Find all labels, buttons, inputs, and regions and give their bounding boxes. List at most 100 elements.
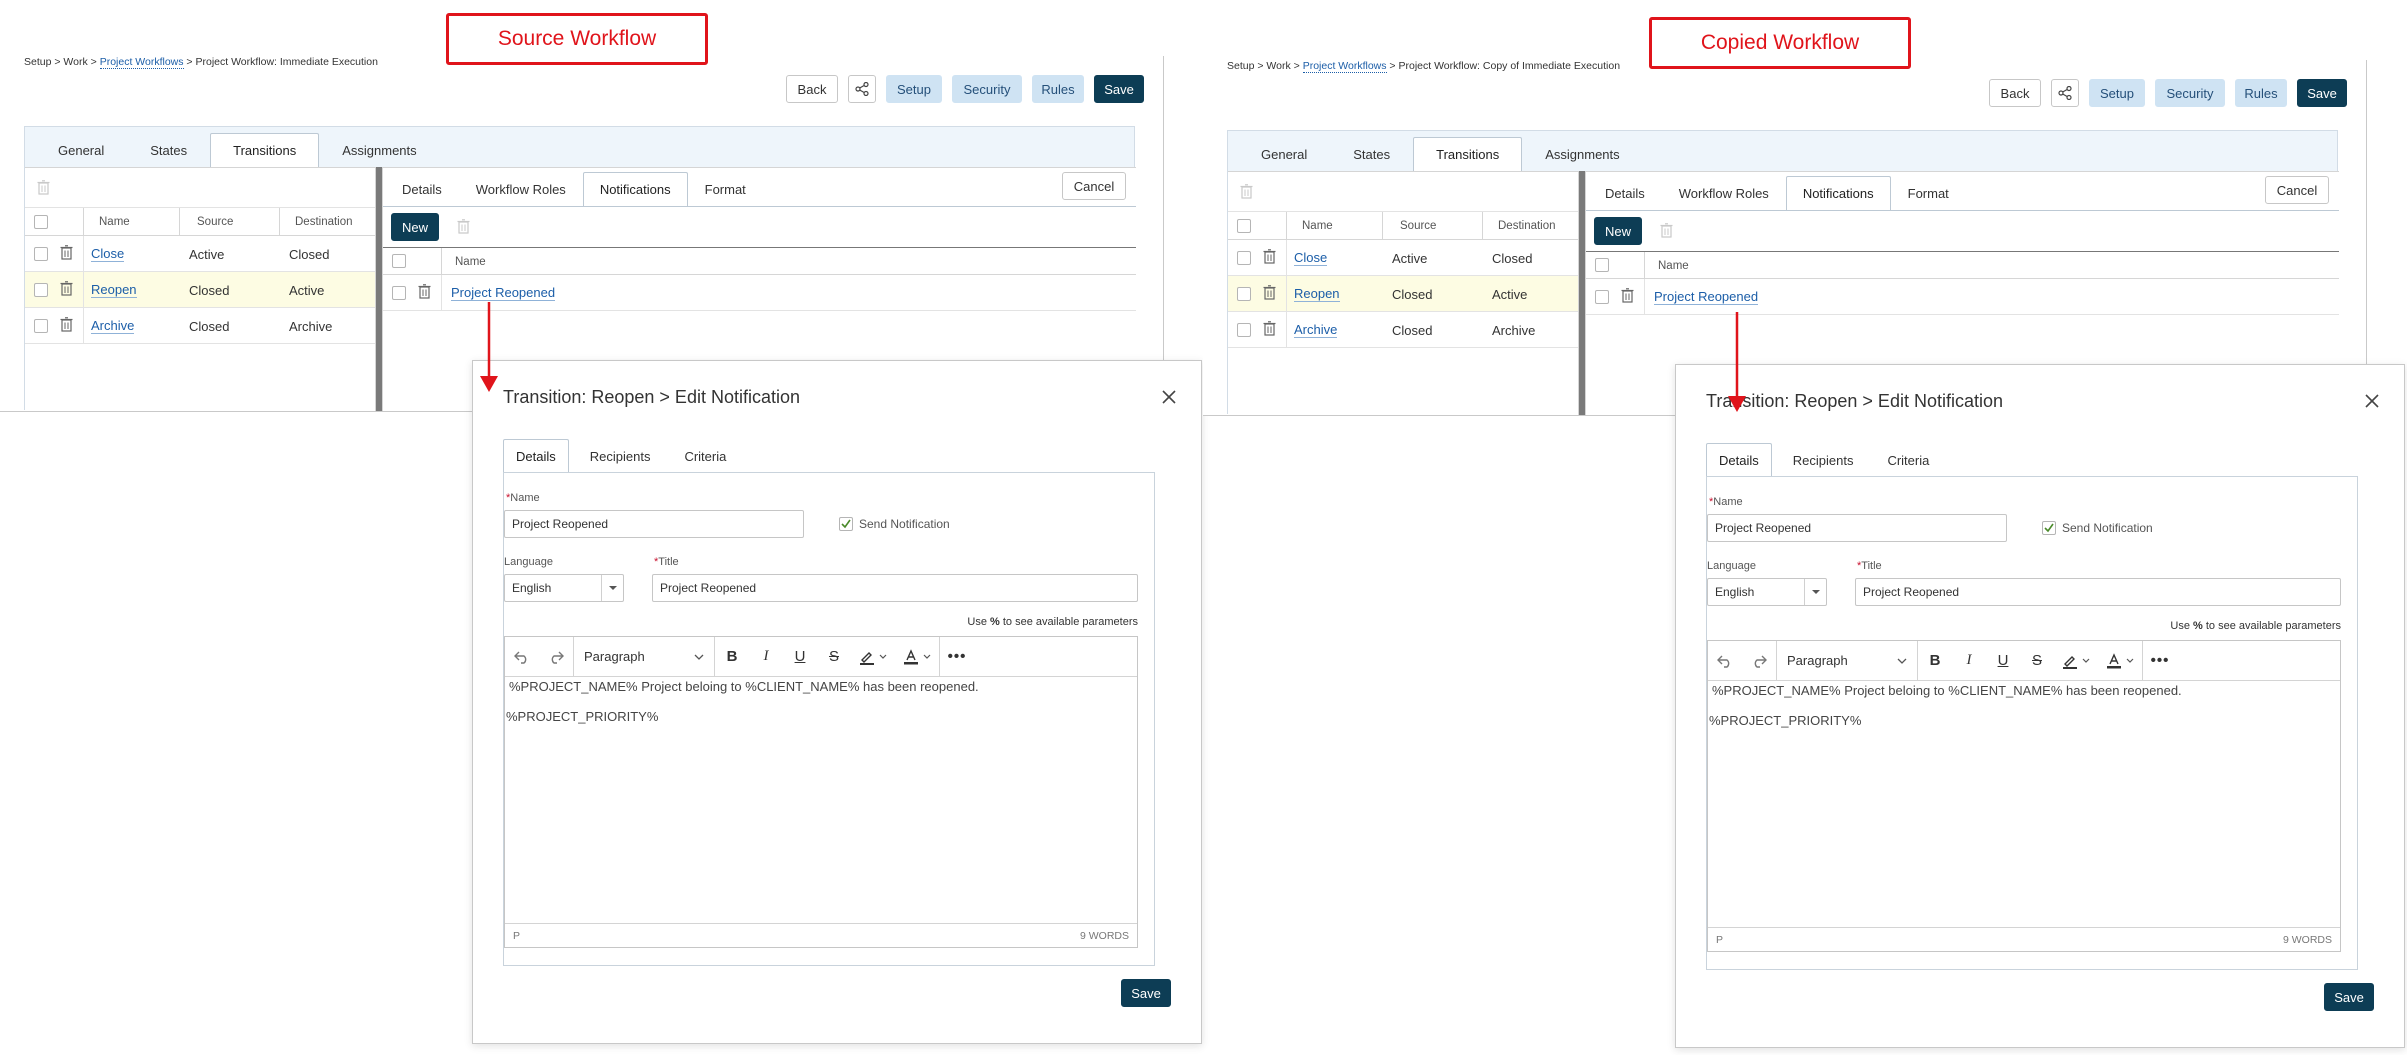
modal-save-button[interactable]: Save (2324, 983, 2374, 1011)
new-button[interactable]: New (391, 213, 439, 241)
bold-button[interactable]: B (715, 637, 749, 677)
highlight-button[interactable] (2054, 641, 2098, 681)
page-save-button[interactable]: Save (1094, 75, 1144, 103)
row-checkbox[interactable] (1237, 322, 1251, 337)
row-delete-button[interactable] (1263, 248, 1276, 267)
more-button[interactable]: ••• (2143, 641, 2177, 681)
send-notification-checkbox[interactable]: Send Notification (2042, 521, 2153, 535)
transition-name-link[interactable]: Close (1294, 250, 1328, 266)
undo-button[interactable] (505, 637, 539, 677)
title-input[interactable]: Project Reopened (1855, 578, 2341, 606)
breadcrumb-link-project-workflows[interactable]: Project Workflows (99, 56, 184, 69)
delete-notification-button[interactable] (457, 219, 470, 237)
bold-button[interactable]: B (1918, 641, 1952, 681)
delete-notification-button[interactable] (1660, 223, 1673, 241)
redo-button[interactable] (539, 637, 573, 677)
tab-notifications[interactable]: Notifications (582, 172, 688, 206)
modal-tab-criteria[interactable]: Criteria (671, 439, 739, 473)
transition-row[interactable]: Reopen Closed Active (25, 272, 375, 308)
title-input[interactable]: Project Reopened (652, 574, 1138, 602)
transition-name-link[interactable]: Reopen (91, 282, 137, 298)
breadcrumb-link-project-workflows[interactable]: Project Workflows (1302, 60, 1387, 73)
select-all-checkbox[interactable] (34, 214, 48, 229)
select-all-checkbox[interactable] (1237, 218, 1251, 233)
security-button[interactable]: Security (2155, 79, 2225, 107)
send-notification-checkbox[interactable]: Send Notification (839, 517, 950, 531)
modal-tab-details[interactable]: Details (1706, 443, 1772, 477)
language-select[interactable]: English (504, 574, 624, 602)
tab-details[interactable]: Details (1588, 176, 1662, 210)
block-format-select[interactable]: Paragraph (1777, 641, 1917, 681)
row-delete-button[interactable] (60, 280, 73, 299)
notification-link[interactable]: Project Reopened (1654, 289, 1759, 305)
column-destination[interactable]: Destination (295, 216, 353, 228)
tab-states[interactable]: States (1330, 137, 1413, 171)
cancel-button[interactable]: Cancel (1062, 172, 1126, 200)
modal-tab-criteria[interactable]: Criteria (1874, 443, 1942, 477)
row-checkbox[interactable] (1595, 289, 1609, 304)
row-checkbox[interactable] (34, 282, 48, 297)
transition-row[interactable]: Reopen Closed Active (1228, 276, 1578, 312)
language-dropdown-toggle[interactable] (601, 575, 623, 601)
underline-button[interactable]: U (783, 637, 817, 677)
row-delete-button[interactable] (60, 316, 73, 335)
row-delete-button[interactable] (1263, 320, 1276, 339)
close-button[interactable] (2364, 393, 2382, 411)
column-source[interactable]: Source (197, 216, 233, 228)
tab-notifications[interactable]: Notifications (1785, 176, 1891, 210)
tab-states[interactable]: States (127, 133, 210, 167)
more-button[interactable]: ••• (940, 637, 974, 677)
tab-details[interactable]: Details (385, 172, 459, 206)
strikethrough-button[interactable]: S (2020, 641, 2054, 681)
close-button[interactable] (1161, 389, 1179, 407)
transition-row[interactable]: Close Active Closed (25, 236, 375, 272)
undo-button[interactable] (1708, 641, 1742, 681)
new-button[interactable]: New (1594, 217, 1642, 245)
row-delete-button[interactable] (418, 283, 431, 302)
font-color-button[interactable] (895, 637, 939, 677)
transition-name-link[interactable]: Close (91, 246, 125, 262)
tab-transitions[interactable]: Transitions (1413, 137, 1523, 171)
name-input[interactable]: Project Reopened (1707, 514, 2007, 542)
checkbox-checked[interactable] (839, 517, 853, 531)
column-notification-name[interactable]: Name (455, 256, 486, 268)
tab-workflow-roles[interactable]: Workflow Roles (459, 172, 583, 206)
row-checkbox[interactable] (1237, 286, 1251, 301)
tab-assignments[interactable]: Assignments (319, 133, 439, 167)
rules-button[interactable]: Rules (2235, 79, 2287, 107)
notification-link[interactable]: Project Reopened (451, 285, 556, 301)
editor-body[interactable]: %PROJECT_NAME% Project beloing to %CLIEN… (1708, 681, 2340, 927)
cancel-button[interactable]: Cancel (2265, 176, 2329, 204)
modal-tab-recipients[interactable]: Recipients (569, 439, 672, 473)
security-button[interactable]: Security (952, 75, 1022, 103)
tab-format[interactable]: Format (688, 172, 763, 206)
share-button[interactable] (2051, 79, 2079, 107)
tab-general[interactable]: General (1238, 137, 1330, 171)
select-all-notifications-checkbox[interactable] (392, 254, 406, 268)
italic-button[interactable]: I (1952, 641, 1986, 681)
row-delete-button[interactable] (1621, 287, 1634, 306)
select-all-notifications-checkbox[interactable] (1595, 258, 1609, 272)
row-checkbox[interactable] (34, 246, 48, 261)
strikethrough-button[interactable]: S (817, 637, 851, 677)
font-color-button[interactable] (2098, 641, 2142, 681)
row-checkbox[interactable] (392, 285, 406, 300)
language-dropdown-toggle[interactable] (1804, 579, 1826, 605)
row-checkbox[interactable] (34, 318, 48, 333)
column-destination[interactable]: Destination (1498, 220, 1556, 232)
highlight-button[interactable] (851, 637, 895, 677)
language-select[interactable]: English (1707, 578, 1827, 606)
row-delete-button[interactable] (1263, 284, 1276, 303)
back-button[interactable]: Back (786, 75, 838, 103)
tab-workflow-roles[interactable]: Workflow Roles (1662, 176, 1786, 210)
transition-row[interactable]: Archive Closed Archive (25, 308, 375, 344)
italic-button[interactable]: I (749, 637, 783, 677)
modal-tab-recipients[interactable]: Recipients (1772, 443, 1875, 477)
page-save-button[interactable]: Save (2297, 79, 2347, 107)
checkbox-checked[interactable] (2042, 521, 2056, 535)
tab-format[interactable]: Format (1891, 176, 1966, 210)
row-delete-button[interactable] (60, 244, 73, 263)
column-name[interactable]: Name (99, 216, 130, 228)
column-source[interactable]: Source (1400, 220, 1436, 232)
row-checkbox[interactable] (1237, 250, 1251, 265)
